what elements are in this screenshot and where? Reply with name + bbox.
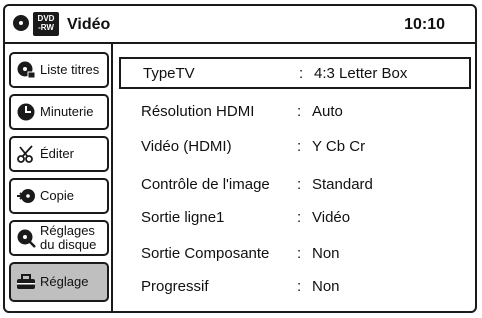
setting-value: Vidéo [312,208,351,226]
sidebar-item-disc-settings[interactable]: Réglages du disque [9,220,109,256]
setting-separator: : [297,277,302,295]
sidebar-item-copy[interactable]: Copie [9,178,109,214]
settings-row-tv-type[interactable]: TypeTV : 4:3 Letter Box [119,57,471,89]
sidebar-item-timer[interactable]: Minuterie [9,94,109,130]
settings-row-line1-output[interactable]: Sortie ligne1 : Vidéo [119,201,471,233]
sidebar-item-label: Éditer [40,146,74,161]
disc-icon [13,15,29,31]
setting-separator: : [299,64,304,82]
setting-separator: : [297,244,302,262]
setting-value: Y Cb Cr [312,137,366,155]
sidebar: Liste titres Minuterie Éditer Copie Régl… [5,44,113,311]
disc-settings-icon [15,227,37,249]
sidebar-item-label-line1: Réglages [40,223,95,238]
settings-row-hdmi-resolution[interactable]: Résolution HDMI : Auto [119,95,471,127]
setting-separator: : [297,137,302,155]
toolbox-icon [15,271,37,293]
setting-value: Standard [312,175,373,193]
setting-value: Non [312,244,340,262]
setting-label: Progressif [141,277,209,295]
sidebar-item-label: Liste titres [40,62,100,77]
setting-label: Sortie Composante [141,244,270,262]
settings-row-component-output[interactable]: Sortie Composante : Non [119,237,471,269]
setup-menu-window: DVD -RW Vidéo 10:10 Liste titres Minuter… [3,4,477,313]
setting-label: Vidéo (HDMI) [141,137,232,155]
dvd-rw-badge: DVD -RW [33,12,59,36]
sidebar-item-label-line2: du disque [40,237,97,252]
setting-separator: : [297,102,302,120]
title-list-icon [15,59,37,81]
sidebar-item-label: Copie [40,188,74,203]
sidebar-item-setup[interactable]: Réglage [9,262,109,302]
settings-row-progressive[interactable]: Progressif : Non [119,270,471,302]
sidebar-item-title-list[interactable]: Liste titres [9,52,109,88]
setting-label: TypeTV [143,64,195,82]
setting-value: Non [312,277,340,295]
setting-label: Contrôle de l'image [141,175,270,193]
timer-icon [15,101,37,123]
setting-separator: : [297,208,302,226]
setting-label: Sortie ligne1 [141,208,225,226]
copy-icon [15,185,37,207]
badge-bottom-text: -RW [38,23,54,32]
page-title: Vidéo [67,16,111,33]
setting-separator: : [297,175,302,193]
sidebar-item-label: Réglage [40,274,89,289]
clock: 10:10 [404,16,445,33]
setting-value: 4:3 Letter Box [314,64,408,82]
title-bar: DVD -RW Vidéo 10:10 [5,6,475,44]
sidebar-item-label: Réglages du disque [40,224,96,252]
settings-row-image-control[interactable]: Contrôle de l'image : Standard [119,168,471,200]
sidebar-item-edit[interactable]: Éditer [9,136,109,172]
setting-value: Auto [312,102,343,120]
scissors-icon [15,143,37,165]
settings-list: TypeTV : 4:3 Letter Box Résolution HDMI … [113,44,475,311]
badge-top-text: DVD [37,14,55,23]
sidebar-item-label: Minuterie [40,104,94,119]
settings-row-hdmi-video[interactable]: Vidéo (HDMI) : Y Cb Cr [119,130,471,162]
setting-label: Résolution HDMI [141,102,255,120]
